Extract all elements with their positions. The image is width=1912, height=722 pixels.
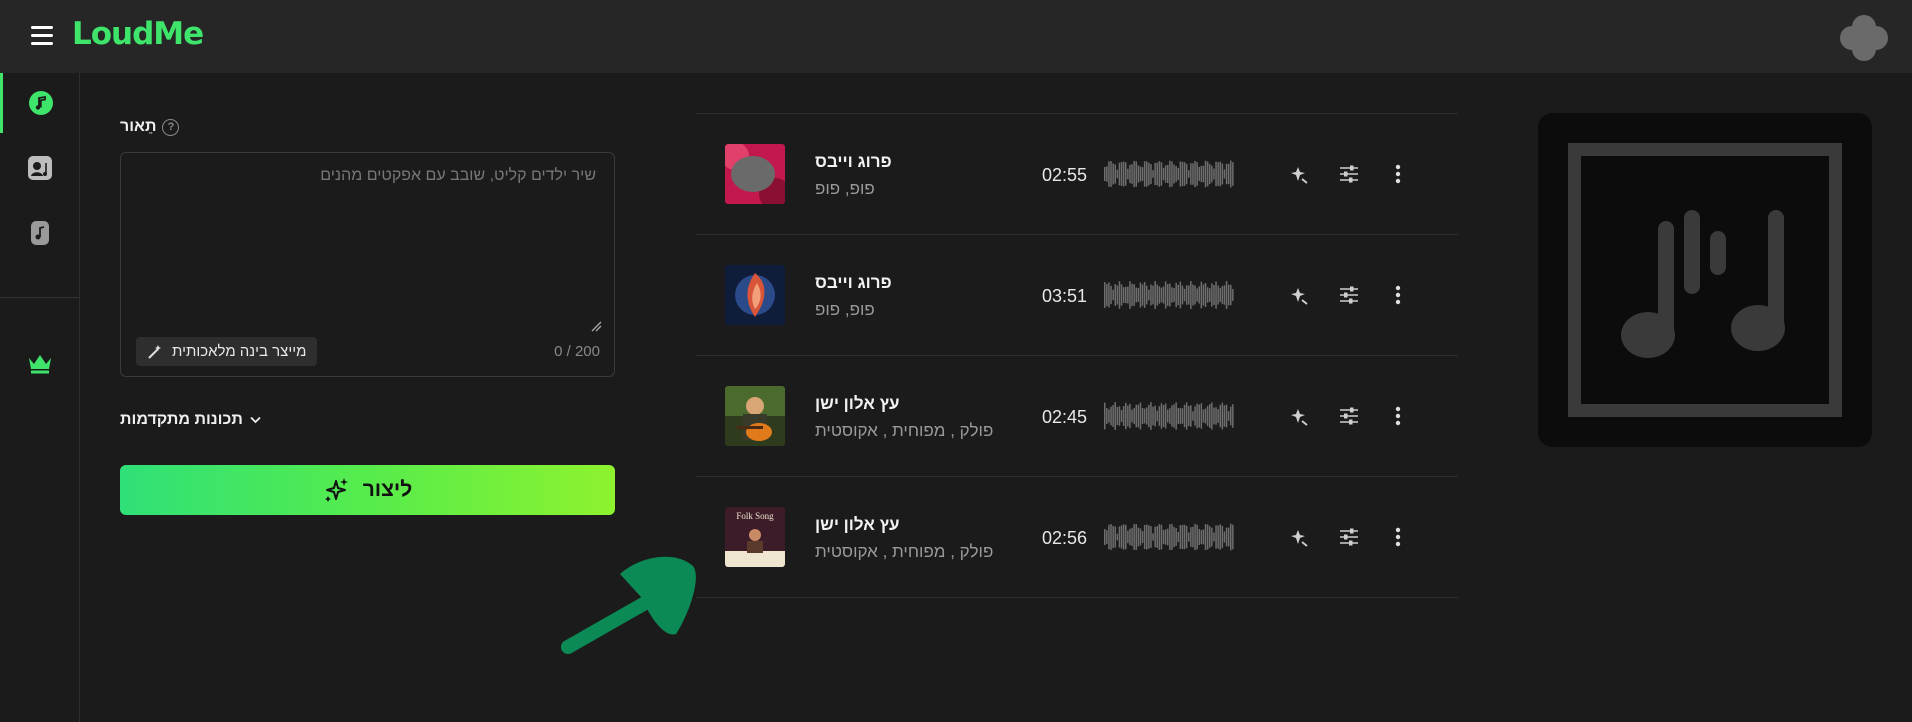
song-cover <box>725 386 785 446</box>
more-options-icon[interactable] <box>1386 283 1410 307</box>
more-options-icon[interactable] <box>1386 162 1410 186</box>
song-title: עץ אלון ישן <box>815 394 900 413</box>
chevron-down-icon <box>250 416 261 424</box>
resize-grip-icon[interactable] <box>591 321 602 332</box>
settings-sliders-icon[interactable] <box>1337 162 1361 186</box>
song-row[interactable]: פרוג וייבס פופ, פופ 03:51 <box>696 235 1458 356</box>
song-tags: פולק , מפוחית , אקוסטית <box>815 542 994 561</box>
song-tags: פופ, פופ <box>815 179 875 198</box>
sidebar <box>0 73 80 722</box>
sidebar-item-instrumental[interactable] <box>0 203 79 263</box>
song-tags: פולק , מפוחית , אקוסטית <box>815 421 994 440</box>
sidebar-item-cover-song[interactable] <box>0 138 79 198</box>
description-box: מייצר בינה מלאכותית 0 / 200 <box>120 152 615 377</box>
more-options-icon[interactable] <box>1386 525 1410 549</box>
hamburger-menu-icon[interactable] <box>31 26 53 46</box>
description-label: תֵאור ? <box>120 118 180 136</box>
annotation-arrow <box>561 556 696 654</box>
song-preview-panel <box>1538 113 1872 447</box>
extend-icon[interactable] <box>1287 525 1311 549</box>
help-icon[interactable]: ? <box>162 118 180 136</box>
sidebar-item-premium[interactable] <box>0 333 79 393</box>
song-duration: 03:51 <box>1042 286 1088 306</box>
avatar[interactable] <box>1840 14 1888 62</box>
extend-icon[interactable] <box>1287 404 1311 428</box>
settings-sliders-icon[interactable] <box>1337 525 1361 549</box>
waveform[interactable] <box>1104 398 1234 434</box>
sparkles-icon <box>324 478 348 502</box>
app-logo[interactable]: LoudMe <box>72 16 204 52</box>
song-row[interactable]: עץ אלון ישן פולק , מפוחית , אקוסטית 02:4… <box>696 356 1458 477</box>
song-cover: Folk Song <box>725 507 785 567</box>
sidebar-divider <box>0 297 79 298</box>
music-note-icon <box>29 91 53 115</box>
advanced-settings-toggle[interactable]: תכונות מתקדמות <box>120 411 261 429</box>
extend-icon[interactable] <box>1287 162 1311 186</box>
song-cover <box>725 144 785 204</box>
extend-icon[interactable] <box>1287 283 1311 307</box>
top-bar: LoudMe <box>0 0 1912 73</box>
song-row[interactable]: Folk Song עץ אלון ישן פולק , מפוחית , אק… <box>696 477 1458 598</box>
character-counter: 0 / 200 <box>554 343 600 360</box>
song-row[interactable]: פרוג וייבס פופ, פופ 02:55 <box>696 114 1458 235</box>
song-cover <box>725 265 785 325</box>
ai-generate-button[interactable]: מייצר בינה מלאכותית <box>136 337 318 366</box>
cover-song-icon <box>27 156 52 180</box>
create-button[interactable]: ליצור <box>120 465 615 515</box>
song-duration: 02:45 <box>1042 407 1088 427</box>
waveform[interactable] <box>1104 519 1234 555</box>
instrumental-icon <box>30 221 49 245</box>
settings-sliders-icon[interactable] <box>1337 283 1361 307</box>
song-title: פרוג וייבס <box>815 152 892 171</box>
song-title: עץ אלון ישן <box>815 515 900 534</box>
music-placeholder-icon <box>1568 143 1842 417</box>
song-duration: 02:55 <box>1042 165 1088 185</box>
sidebar-item-create-music[interactable] <box>0 73 79 133</box>
description-input[interactable] <box>121 153 614 328</box>
cover-text: Folk Song <box>736 511 774 521</box>
song-duration: 02:56 <box>1042 528 1088 548</box>
song-title: פרוג וייבס <box>815 273 892 292</box>
song-tags: פופ, פופ <box>815 300 875 319</box>
waveform[interactable] <box>1104 277 1234 313</box>
more-options-icon[interactable] <box>1386 404 1410 428</box>
waveform[interactable] <box>1104 156 1234 192</box>
magic-wand-icon <box>148 344 161 359</box>
crown-icon <box>28 355 51 374</box>
settings-sliders-icon[interactable] <box>1337 404 1361 428</box>
